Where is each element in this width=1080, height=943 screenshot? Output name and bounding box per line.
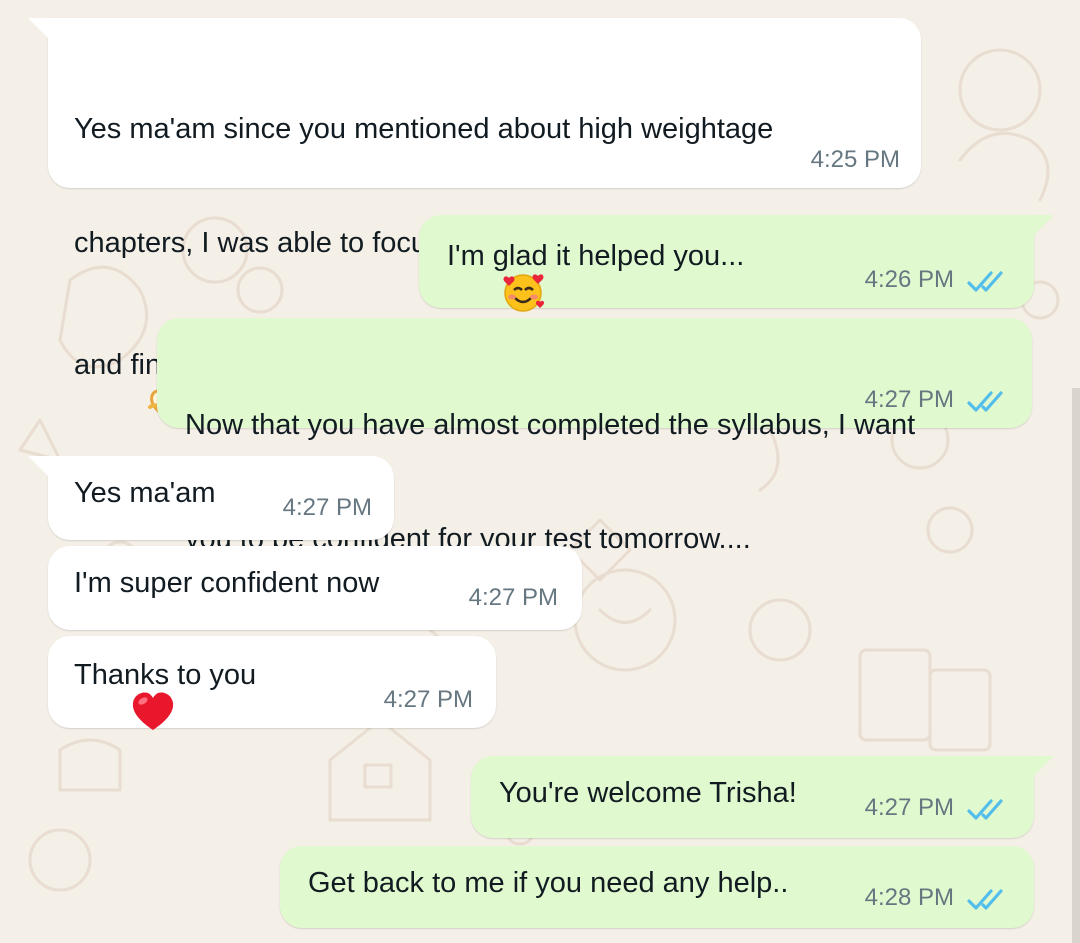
message-time: 4:27 PM	[468, 584, 558, 611]
bubble-tail	[28, 456, 50, 478]
read-receipt-double-check-icon	[967, 799, 1003, 820]
outgoing-message[interactable]: Get back to me if you need any help.. 4:…	[280, 846, 1034, 928]
message-time: 4:27 PM	[864, 794, 954, 821]
message-time: 4:27 PM	[383, 686, 473, 713]
message-time: 4:26 PM	[864, 266, 954, 293]
outgoing-message[interactable]: I'm glad it helped you... 4:26 PM	[419, 215, 1054, 313]
message-text: You're welcome Trisha!	[499, 777, 797, 809]
read-receipt-double-check-icon	[967, 889, 1003, 910]
incoming-message[interactable]: Yes ma'am since you mentioned about high…	[28, 18, 921, 425]
message-text: Get back to me if you need any help..	[308, 867, 789, 899]
outgoing-message[interactable]: You're welcome Trisha! 4:27 PM	[471, 756, 1054, 838]
message-time: 4:28 PM	[864, 884, 954, 911]
message-text: Yes ma'am	[74, 477, 216, 509]
message-text: I'm super confident now	[74, 567, 380, 599]
read-receipt-double-check-icon	[967, 391, 1003, 412]
bubble-tail	[1032, 756, 1054, 778]
outgoing-message[interactable]: Now that you have almost completed the s…	[157, 318, 1032, 555]
chat-messages-list: Yes ma'am since you mentioned about high…	[0, 0, 1080, 943]
message-time: 4:25 PM	[810, 146, 900, 173]
red-heart-emoji	[133, 692, 174, 731]
message-time: 4:27 PM	[282, 494, 372, 521]
message-text: Thanks to you	[74, 656, 256, 770]
read-receipt-double-check-icon	[967, 271, 1003, 292]
message-time: 4:27 PM	[864, 386, 954, 413]
scrollbar[interactable]	[1072, 388, 1080, 943]
bubble-tail	[1032, 215, 1054, 237]
incoming-message[interactable]: I'm super confident now 4:27 PM	[48, 546, 582, 630]
smiling-face-with-hearts-emoji	[503, 274, 545, 313]
bubble-tail	[28, 18, 50, 40]
incoming-message[interactable]: Thanks to you 4:27 PM	[48, 636, 496, 731]
incoming-message[interactable]: Yes ma'am 4:27 PM	[28, 456, 394, 540]
